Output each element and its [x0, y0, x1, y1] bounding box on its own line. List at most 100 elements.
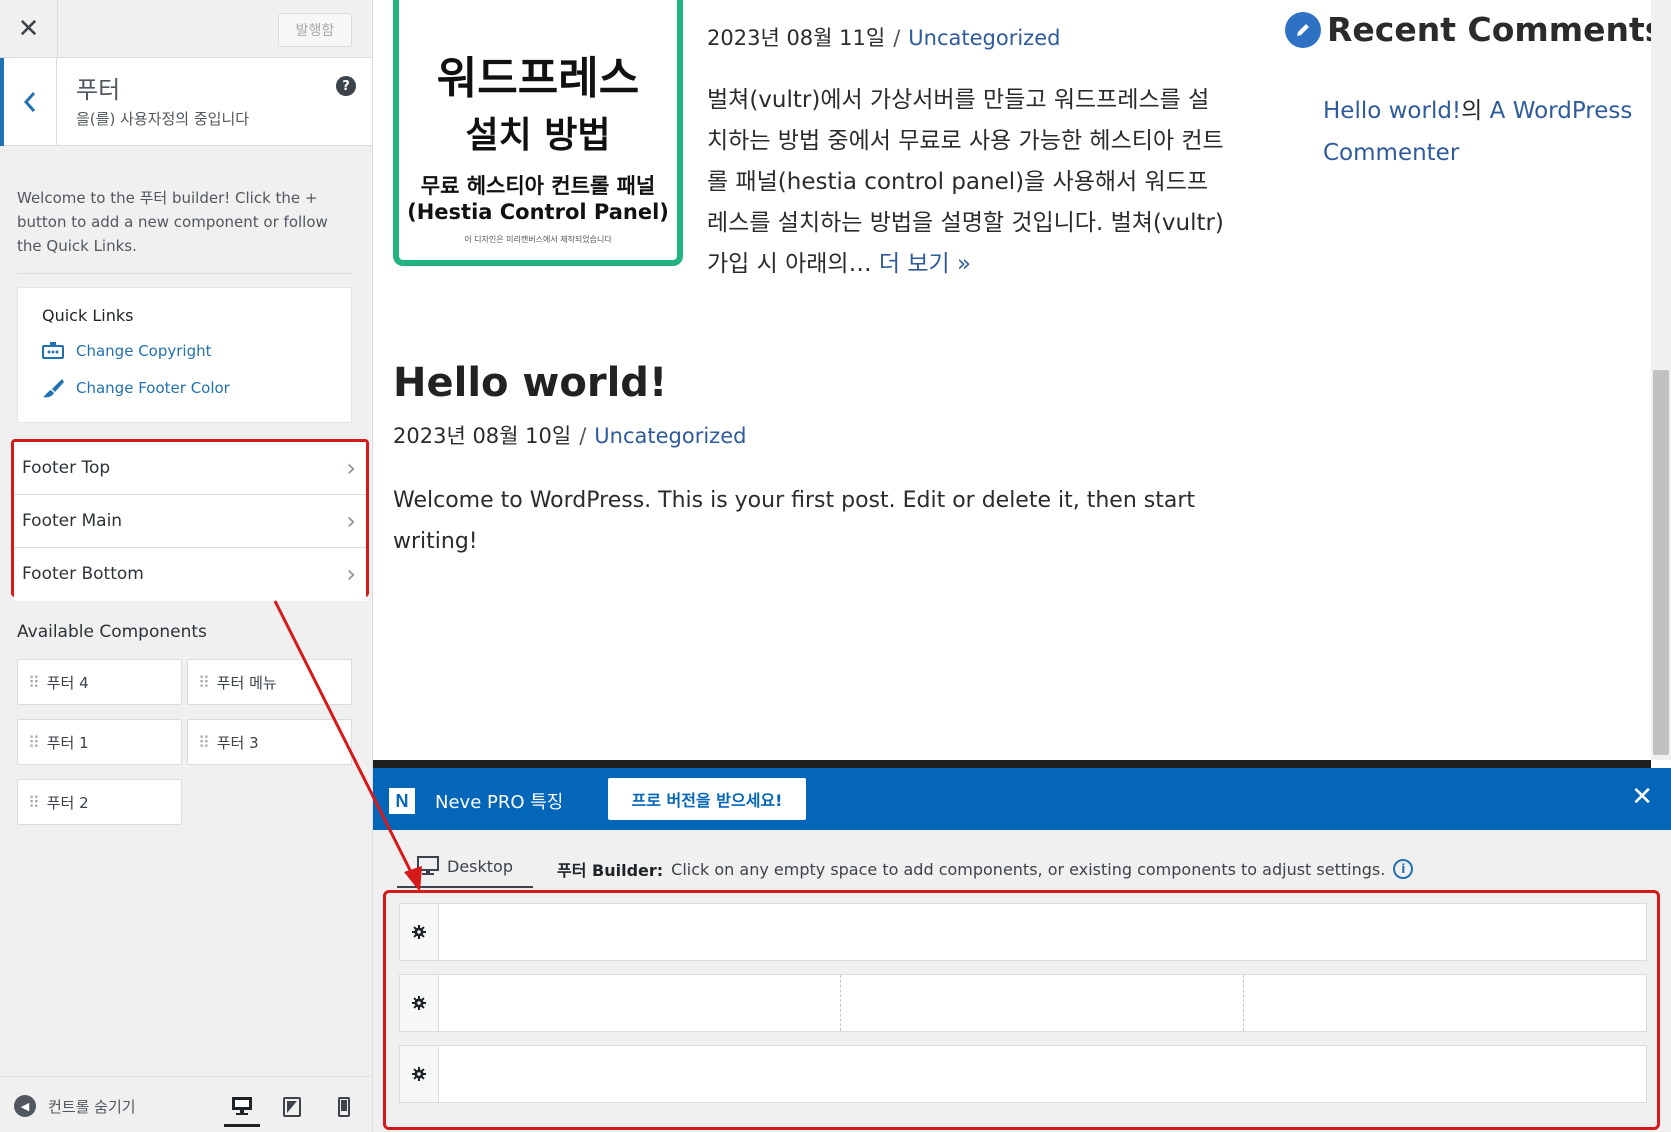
tab-label: Desktop	[447, 856, 513, 876]
component-label: 푸터 4	[46, 673, 89, 692]
change-footer-color-link[interactable]: Change Footer Color	[42, 377, 230, 399]
component-label: 푸터 3	[216, 733, 259, 752]
builder-column[interactable]	[439, 904, 1646, 960]
component-footer-menu[interactable]: ⠿ 푸터 메뉴	[187, 659, 352, 705]
desktop-icon	[232, 1096, 252, 1115]
post-thumbnail[interactable]: 워드프레스 설치 방법 무료 헤스티아 컨트롤 패널 (Hestia Contr…	[393, 0, 683, 266]
builder-column[interactable]	[841, 975, 1244, 1031]
chevron-right-icon: ›	[346, 507, 356, 535]
section-subtitle: 을(를) 사용자정의 중입니다	[76, 110, 250, 128]
drag-handle-icon: ⠿	[198, 732, 210, 752]
gear-icon	[412, 925, 426, 939]
post-date: 2023년 08월 10일	[393, 424, 572, 448]
row-settings-button[interactable]	[400, 975, 439, 1031]
close-customizer-button[interactable]: ✕	[0, 0, 58, 58]
sidebar-header: ✕ 발행함	[0, 0, 372, 58]
chevron-right-icon: ›	[346, 454, 356, 482]
footer-builder: Desktop 푸터 Builder: Click on any empty s…	[373, 830, 1671, 1132]
quick-link-label: Change Footer Color	[76, 379, 230, 397]
category-link[interactable]: Uncategorized	[908, 26, 1060, 50]
thumb-credit: 이 디자인은 미리캔버스에서 제작되었습니다	[464, 235, 612, 244]
meta-separator: /	[893, 26, 901, 50]
footer-main-row[interactable]: Footer Main ›	[14, 495, 366, 548]
back-button[interactable]	[0, 58, 57, 146]
builder-row-top[interactable]	[399, 903, 1647, 961]
quick-links-panel: Quick Links Change Copyright Change Foot…	[17, 287, 352, 423]
comment-post-link[interactable]: Hello world!	[1323, 98, 1461, 124]
publish-button[interactable]: 발행함	[278, 13, 352, 47]
tab-desktop[interactable]: Desktop	[397, 854, 533, 888]
builder-hint-title: 푸터 Builder:	[557, 861, 664, 880]
footer-top-row[interactable]: Footer Top ›	[14, 442, 366, 495]
recent-comments-title: Recent Comments	[1285, 10, 1664, 49]
comment-of-text: 의	[1461, 98, 1483, 124]
post-title[interactable]: Hello world!	[393, 360, 667, 406]
recent-comment-entry: Hello world!의 A WordPress Commenter	[1323, 90, 1633, 174]
post-excerpt: 벌쳐(vultr)에서 가상서버를 만들고 워드프레스를 설치하는 방법 중에서…	[707, 80, 1227, 285]
thumb-line: (Hestia Control Panel)	[407, 200, 669, 224]
info-icon[interactable]: i	[1393, 859, 1414, 879]
builder-column[interactable]	[439, 1046, 1646, 1102]
quick-links-title: Quick Links	[42, 306, 134, 325]
pencil-icon	[1285, 11, 1321, 48]
builder-rows-area	[383, 890, 1660, 1130]
help-icon[interactable]: ?	[336, 76, 356, 96]
row-label: Footer Bottom	[22, 564, 144, 584]
drag-handle-icon: ⠿	[28, 792, 40, 812]
preview-mobile-button[interactable]	[326, 1087, 362, 1127]
collapse-icon: ◀	[14, 1095, 36, 1117]
row-settings-button[interactable]	[400, 1046, 439, 1102]
component-footer-1[interactable]: ⠿ 푸터 1	[17, 719, 182, 765]
row-label: Footer Top	[22, 458, 111, 478]
site-preview: 워드프레스 설치 방법 무료 헤스티아 컨트롤 패널 (Hestia Contr…	[373, 0, 1671, 760]
preview-desktop-button[interactable]	[224, 1087, 260, 1127]
post-meta: 2023년 08월 10일 / Uncategorized	[393, 420, 746, 450]
tablet-icon	[283, 1097, 301, 1117]
read-more-link[interactable]: 더 보기 »	[879, 251, 971, 277]
hide-controls-button[interactable]: ◀ 컨트롤 숨기기	[14, 1095, 136, 1117]
copyright-icon	[42, 340, 64, 362]
category-link[interactable]: Uncategorized	[594, 424, 746, 448]
post-body: Welcome to WordPress. This is your first…	[393, 488, 1196, 554]
meta-separator: /	[579, 424, 587, 448]
post-date: 2023년 08월 11일	[707, 26, 886, 50]
gear-icon	[412, 996, 426, 1010]
brush-icon	[42, 377, 64, 399]
component-label: 푸터 2	[46, 793, 89, 812]
thumb-line: 설치 방법	[465, 115, 611, 156]
mobile-icon	[338, 1097, 350, 1117]
neve-logo: N	[389, 788, 415, 814]
builder-row-bottom[interactable]	[399, 1045, 1647, 1103]
drag-handle-icon: ⠿	[28, 672, 40, 692]
builder-row-main[interactable]	[399, 974, 1647, 1032]
builder-column[interactable]	[439, 975, 841, 1031]
builder-column[interactable]	[1244, 975, 1646, 1031]
thumb-line: 무료 헤스티아 컨트롤 패널	[420, 174, 656, 198]
close-banner-button[interactable]: ✕	[1631, 782, 1653, 812]
preview-scrollbar[interactable]	[1651, 0, 1671, 760]
component-label: 푸터 메뉴	[216, 673, 277, 692]
footer-rows-list: Footer Top › Footer Main › Footer Bottom…	[11, 439, 369, 601]
hide-controls-label: 컨트롤 숨기기	[48, 1097, 136, 1116]
component-footer-4[interactable]: ⠿ 푸터 4	[17, 659, 182, 705]
customizer-sidebar: ✕ 발행함 푸터 을(를) 사용자정의 중입니다 ? Welcome to th…	[0, 0, 373, 1132]
change-copyright-link[interactable]: Change Copyright	[42, 340, 212, 362]
gear-icon	[412, 1067, 426, 1081]
chevron-right-icon: ›	[346, 560, 356, 588]
scrollbar-thumb[interactable]	[1653, 370, 1669, 755]
widget-title-text: Recent Comments	[1327, 10, 1665, 49]
component-footer-3[interactable]: ⠿ 푸터 3	[187, 719, 352, 765]
component-footer-2[interactable]: ⠿ 푸터 2	[17, 779, 182, 825]
available-components-title: Available Components	[17, 622, 207, 642]
sidebar-footer: ◀ 컨트롤 숨기기	[0, 1076, 372, 1132]
chevron-left-icon	[23, 92, 36, 112]
get-pro-button[interactable]: 프로 버전을 받으세요!	[608, 778, 806, 820]
post-meta: 2023년 08월 11일 / Uncategorized	[707, 22, 1060, 52]
row-settings-button[interactable]	[400, 904, 439, 960]
row-label: Footer Main	[22, 511, 123, 531]
quick-link-label: Change Copyright	[76, 342, 212, 360]
thumb-line: 워드프레스	[436, 53, 640, 104]
footer-bottom-row[interactable]: Footer Bottom ›	[14, 548, 366, 601]
preview-tablet-button[interactable]	[274, 1087, 310, 1127]
desktop-icon	[417, 856, 439, 875]
